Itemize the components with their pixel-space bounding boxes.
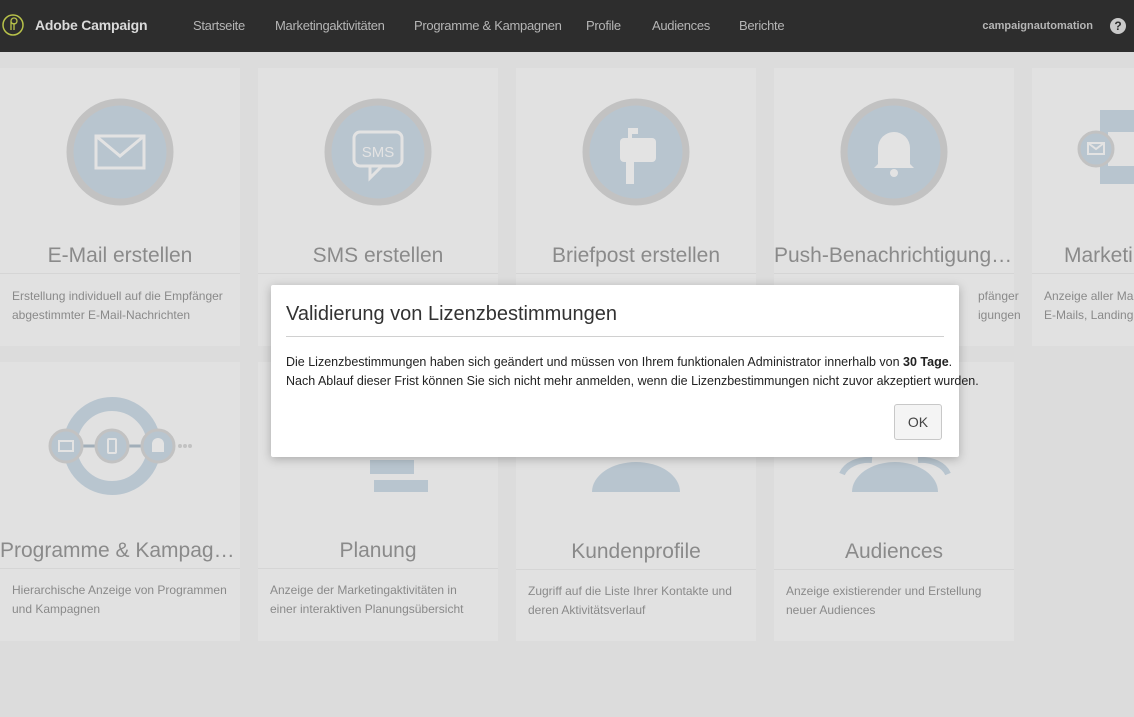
app-title[interactable]: Adobe Campaign (35, 17, 148, 33)
help-icon[interactable]: ? (1110, 18, 1126, 34)
nav-profile[interactable]: Profile (586, 18, 621, 33)
deadline-days: 30 Tage (903, 355, 949, 369)
license-validation-dialog: Validierung von Lizenzbestimmungen Die L… (271, 285, 979, 457)
nav-berichte[interactable]: Berichte (739, 18, 785, 33)
adobe-campaign-logo-icon[interactable] (2, 14, 24, 36)
nav-audiences[interactable]: Audiences (652, 18, 710, 33)
nav-programme-kampagnen[interactable]: Programme & Kampagnen (414, 18, 562, 33)
ok-button[interactable]: OK (894, 404, 942, 440)
divider (286, 336, 944, 337)
user-menu[interactable]: campaignautomation (982, 20, 1093, 32)
dialog-message: Die Lizenzbestimmungen haben sich geände… (286, 355, 979, 388)
dialog-title: Validierung von Lizenzbestimmungen (286, 303, 617, 325)
top-navigation-bar: Adobe Campaign Startseite Marketingaktiv… (0, 0, 1134, 52)
nav-startseite[interactable]: Startseite (193, 18, 245, 33)
nav-marketingaktivitaeten[interactable]: Marketingaktivitäten (275, 18, 385, 33)
